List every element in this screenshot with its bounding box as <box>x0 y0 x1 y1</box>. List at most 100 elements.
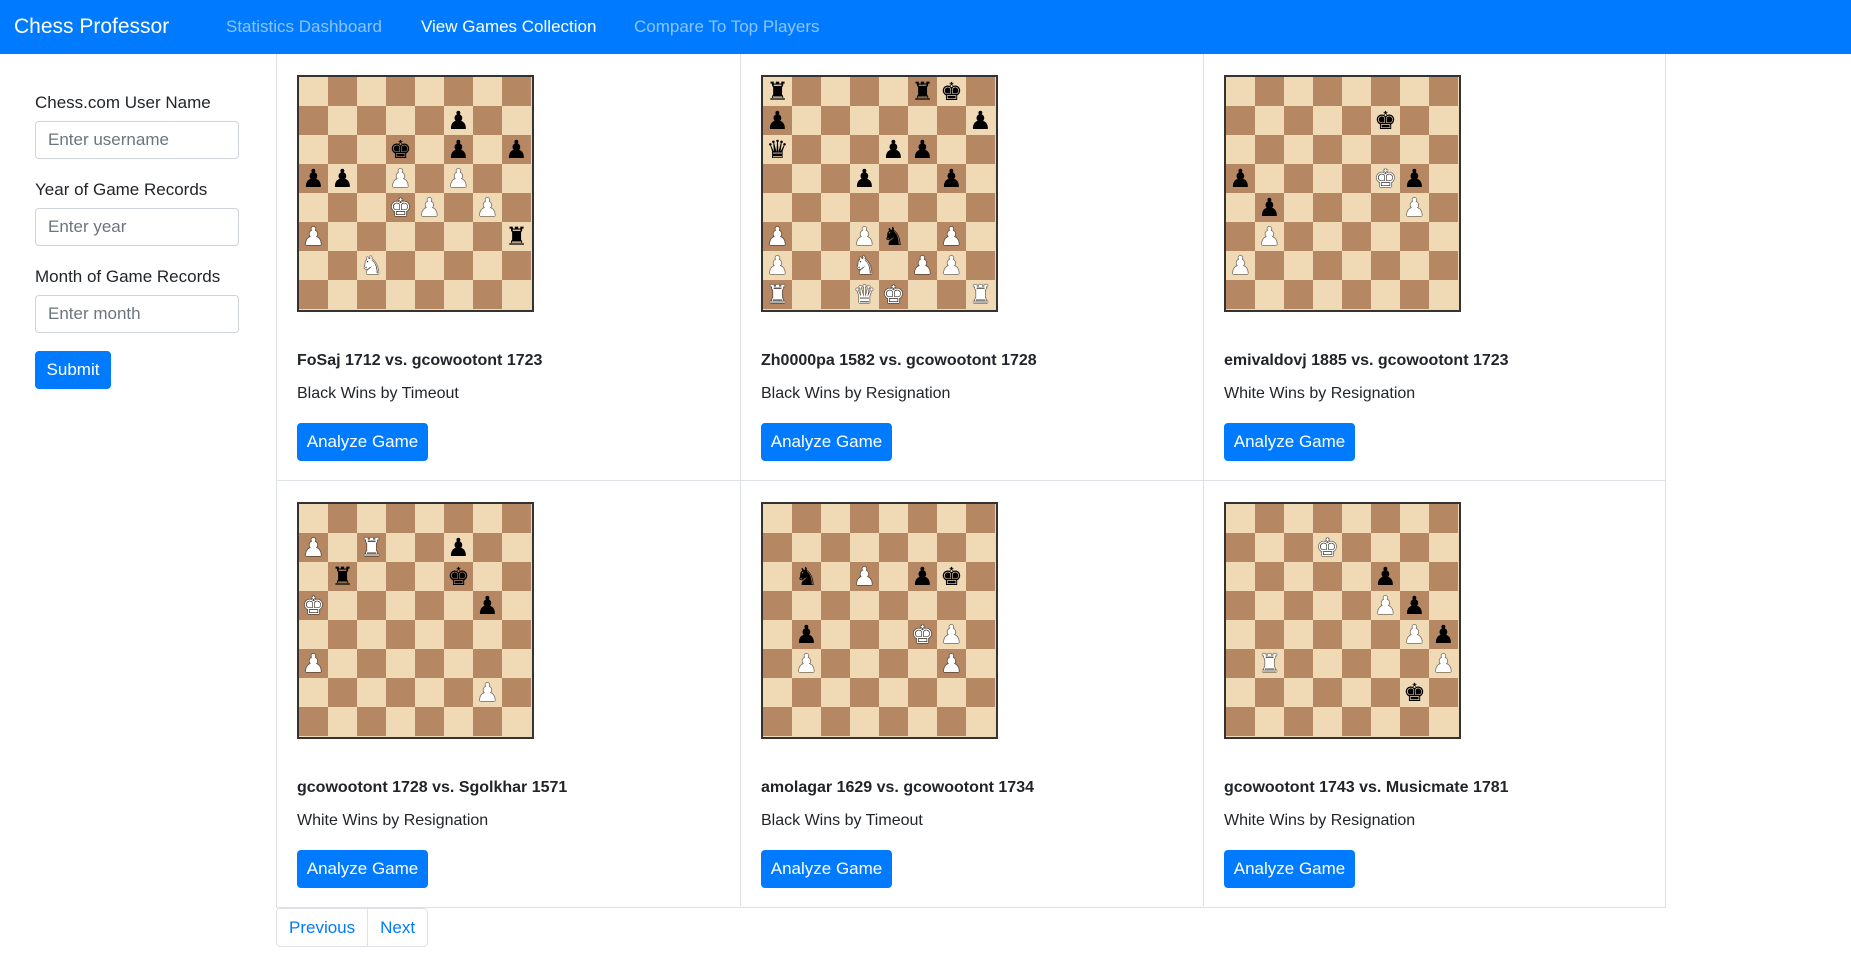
nav-view-games-collection[interactable]: View Games Collection <box>421 17 596 37</box>
board-square <box>328 620 357 649</box>
analyze-game-button[interactable]: Analyze Game <box>1224 423 1355 461</box>
board-square <box>792 106 821 135</box>
board-square <box>1313 504 1342 533</box>
board-square <box>1313 620 1342 649</box>
submit-button[interactable]: Submit <box>35 351 111 389</box>
board-square <box>1226 77 1255 106</box>
board-square <box>386 504 415 533</box>
month-label: Month of Game Records <box>35 267 221 286</box>
chess-board: ♟ ♚ ♟ ♟ ♟ ♟ ♟ ♟ ♚ ♟ ♟ ♟ ♜ ♞ <box>297 75 534 312</box>
board-square <box>1313 193 1342 222</box>
board-square <box>1255 280 1284 309</box>
board-square <box>299 77 328 106</box>
chess-board: ♚ ♟ ♟ ♟ ♟ ♟ ♜ ♟ ♚ <box>1224 502 1461 739</box>
board-square <box>473 280 502 309</box>
board-square <box>1255 562 1284 591</box>
board-square <box>966 591 995 620</box>
board-square: ♟ <box>1226 251 1255 280</box>
board-square <box>763 620 792 649</box>
board-square: ♚ <box>937 77 966 106</box>
analyze-game-button[interactable]: Analyze Game <box>1224 850 1355 888</box>
next-page-link[interactable]: Next <box>367 909 428 946</box>
board-square <box>1226 649 1255 678</box>
white-king-icon: ♚ <box>911 620 934 649</box>
white-rook-icon: ♜ <box>1258 649 1281 678</box>
board-square: ♚ <box>1371 106 1400 135</box>
white-pawn-icon: ♟ <box>476 678 499 707</box>
board-square <box>763 164 792 193</box>
board-square <box>1429 562 1458 591</box>
brand-title[interactable]: Chess Professor <box>14 14 169 40</box>
board-square <box>1226 504 1255 533</box>
board-square <box>444 77 473 106</box>
analyze-game-button[interactable]: Analyze Game <box>761 423 892 461</box>
analyze-game-button[interactable]: Analyze Game <box>297 850 428 888</box>
analyze-game-button[interactable]: Analyze Game <box>297 423 428 461</box>
board-square <box>763 193 792 222</box>
white-rook-icon: ♜ <box>766 280 789 309</box>
board-square <box>1255 504 1284 533</box>
black-pawn-icon: ♟ <box>766 106 789 135</box>
board-square <box>821 280 850 309</box>
board-square: ♚ <box>908 620 937 649</box>
black-queen-icon: ♛ <box>766 135 789 164</box>
board-square <box>821 707 850 736</box>
board-square <box>328 251 357 280</box>
year-input[interactable] <box>35 208 239 246</box>
board-square <box>386 649 415 678</box>
board-square <box>1371 678 1400 707</box>
board-square: ♞ <box>879 222 908 251</box>
board-square: ♟ <box>937 620 966 649</box>
board-square <box>850 135 879 164</box>
board-square <box>502 678 531 707</box>
board-square: ♟ <box>299 649 328 678</box>
board-square <box>1429 678 1458 707</box>
board-square <box>1255 620 1284 649</box>
board-square <box>850 649 879 678</box>
username-input[interactable] <box>35 121 239 159</box>
previous-page-link[interactable]: Previous <box>277 909 368 946</box>
board-square <box>850 77 879 106</box>
board-square <box>792 251 821 280</box>
chess-board: ♞ ♟ ♟ ♚ ♟ ♚ ♟ ♟ ♟ <box>761 502 998 739</box>
board-square <box>1342 193 1371 222</box>
analyze-game-button[interactable]: Analyze Game <box>761 850 892 888</box>
board-square <box>299 707 328 736</box>
board-square <box>444 678 473 707</box>
board-square <box>415 562 444 591</box>
board-square <box>1371 222 1400 251</box>
board-square: ♚ <box>1313 533 1342 562</box>
board-square <box>1255 77 1284 106</box>
black-pawn-icon: ♟ <box>911 562 934 591</box>
white-pawn-icon: ♟ <box>853 222 876 251</box>
board-square <box>328 591 357 620</box>
board-square <box>328 533 357 562</box>
white-rook-icon: ♜ <box>360 533 383 562</box>
board-square <box>1284 77 1313 106</box>
board-square: ♚ <box>1371 164 1400 193</box>
board-square <box>792 222 821 251</box>
white-king-icon: ♚ <box>302 591 325 620</box>
board-square: ♟ <box>1400 193 1429 222</box>
board-square <box>966 562 995 591</box>
board-square: ♟ <box>502 135 531 164</box>
board-square: ♜ <box>1255 649 1284 678</box>
board-square: ♜ <box>328 562 357 591</box>
board-square <box>821 135 850 164</box>
black-knight-icon: ♞ <box>882 222 905 251</box>
month-input[interactable] <box>35 295 239 333</box>
username-label: Chess.com User Name <box>35 93 211 112</box>
board-square <box>386 280 415 309</box>
white-knight-icon: ♞ <box>360 251 383 280</box>
board-square <box>444 591 473 620</box>
board-square <box>821 678 850 707</box>
board-square <box>1400 707 1429 736</box>
nav-statistics-dashboard[interactable]: Statistics Dashboard <box>226 17 382 37</box>
pagination: Previous Next <box>276 908 429 947</box>
board-square <box>299 504 328 533</box>
board-square <box>821 106 850 135</box>
nav-compare-to-top-players[interactable]: Compare To Top Players <box>634 17 820 37</box>
board-square: ♟ <box>1400 591 1429 620</box>
board-square <box>1226 678 1255 707</box>
board-square <box>1371 533 1400 562</box>
